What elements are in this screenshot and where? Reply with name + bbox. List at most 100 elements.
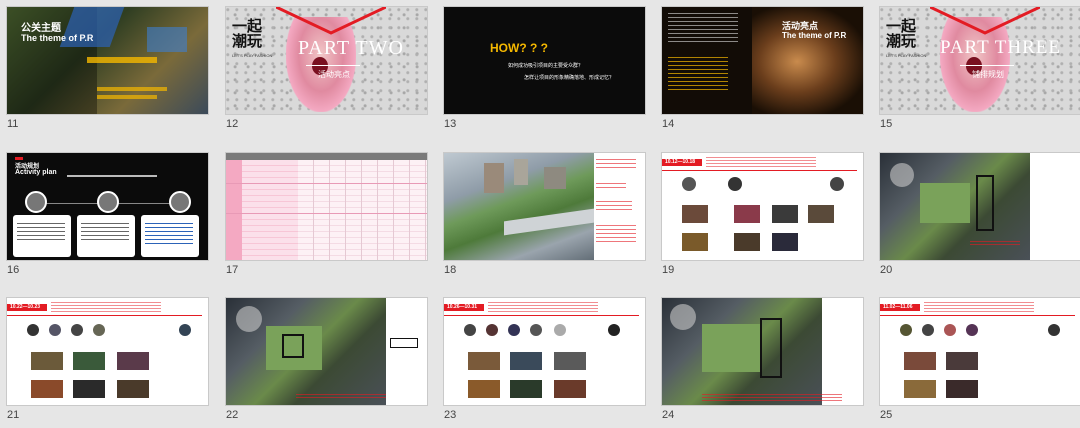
- label-lines: [596, 201, 632, 213]
- photo-thumb: [468, 352, 500, 370]
- photo-thumb: [904, 380, 936, 398]
- slide-15[interactable]: 一起潮玩 LET'S PLAY FASHION PART THREE 铺排规划 …: [873, 0, 1080, 137]
- highlight-box: [976, 175, 994, 231]
- stage-circle: [97, 191, 119, 213]
- avatar: [554, 324, 566, 336]
- photo-thumb: [772, 205, 798, 223]
- slide-13[interactable]: HOW? ? ? 如何成功吸引项目的主要受众群？ 怎样让项目的形象精确落地、形成…: [437, 0, 649, 137]
- slide-21-thumbnail[interactable]: 10.22—10.23: [6, 297, 209, 406]
- table-grid: [298, 160, 427, 260]
- slide-subtitle: The theme of P.R: [782, 31, 847, 40]
- slide-13-thumbnail[interactable]: HOW? ? ? 如何成功吸引项目的主要受众群？ 怎样让项目的形象精确落地、形成…: [443, 6, 646, 115]
- avatar: [530, 324, 542, 336]
- date-tag-label: 10.26—10.31: [447, 304, 478, 310]
- photo-thumb: [554, 352, 586, 370]
- slide-15-thumbnail[interactable]: 一起潮玩 LET'S PLAY FASHION PART THREE 铺排规划: [879, 6, 1080, 115]
- photo-thumb: [510, 380, 542, 398]
- slide-number: 15: [880, 118, 893, 130]
- slide-number: 11: [7, 118, 19, 130]
- photo-thumb: [682, 205, 708, 223]
- label-lines: [296, 394, 386, 400]
- logo-text: 一起潮玩: [232, 18, 263, 50]
- photo-thumb: [808, 205, 834, 223]
- slide-18-thumbnail[interactable]: [443, 152, 646, 261]
- slide-title: 公关主题: [21, 23, 61, 34]
- slide-sorter-grid: 公关主题 The theme of P.R 11 一起潮玩 LET'S PLAY…: [0, 0, 1080, 421]
- slide-number: 19: [662, 264, 675, 276]
- slide-25-thumbnail[interactable]: 11.02—11.06: [879, 297, 1080, 406]
- slide-subtitle: Activity plan: [15, 169, 57, 176]
- avatar: [1048, 324, 1060, 336]
- slide-25[interactable]: 11.02—11.06 25: [873, 291, 1080, 428]
- photo-thumb: [73, 380, 105, 398]
- part-title: PART TWO: [298, 37, 404, 59]
- slide-22-thumbnail[interactable]: [225, 297, 428, 406]
- red-chevron-icon: [930, 7, 1040, 35]
- slide-16[interactable]: 活动规划 Activity plan 16: [0, 146, 212, 283]
- avatar: [71, 324, 83, 336]
- slide-number: 21: [7, 409, 20, 421]
- slide-19[interactable]: 10.12—10.18 19: [655, 146, 867, 283]
- slide-19-thumbnail[interactable]: 10.12—10.18: [661, 152, 864, 261]
- slide-21[interactable]: 10.22—10.23 21: [0, 291, 212, 428]
- slide-22[interactable]: 22: [219, 291, 431, 428]
- slide-18[interactable]: 18: [437, 146, 649, 283]
- slide-14-thumbnail[interactable]: 活动亮点 The theme of P.R: [661, 6, 864, 115]
- slide-24-thumbnail[interactable]: [661, 297, 864, 406]
- slide-23[interactable]: 10.26—10.31 23: [437, 291, 649, 428]
- divider: [960, 65, 1014, 66]
- timeline-line: [880, 315, 1075, 316]
- photo-thumb: [468, 380, 500, 398]
- avatar: [49, 324, 61, 336]
- text-line: 如何成功吸引项目的主要受众群？: [508, 63, 584, 69]
- slide-16-thumbnail[interactable]: 活动规划 Activity plan: [6, 152, 209, 261]
- date-tag-label: 10.22—10.23: [10, 304, 41, 310]
- table-divider: [226, 213, 427, 214]
- label-lines: [970, 241, 1020, 247]
- slide-20[interactable]: 20: [873, 146, 1080, 283]
- building-shape: [514, 159, 528, 185]
- roundabout-shape: [670, 304, 696, 330]
- photo-thumb: [510, 352, 542, 370]
- slide-14[interactable]: 活动亮点 The theme of P.R 14: [655, 0, 867, 137]
- photo-thumb: [734, 205, 760, 223]
- avatar: [682, 177, 696, 191]
- table-divider: [226, 183, 427, 184]
- stage-circle: [169, 191, 191, 213]
- slide-12-thumbnail[interactable]: 一起潮玩 LET'S PLAY FASHION PART TWO 活动亮点: [225, 6, 428, 115]
- slide-23-thumbnail[interactable]: 10.26—10.31: [443, 297, 646, 406]
- text-lines: [706, 157, 816, 167]
- logo-subtext: LET'S PLAY FASHION: [232, 53, 273, 58]
- label-lines: [596, 183, 626, 189]
- avatar: [27, 324, 39, 336]
- slide-20-thumbnail[interactable]: [879, 152, 1080, 261]
- slide-11-thumbnail[interactable]: 公关主题 The theme of P.R: [6, 6, 209, 115]
- slide-number: 23: [444, 409, 457, 421]
- avatar: [93, 324, 105, 336]
- slide-subtitle: The theme of P.R: [21, 33, 94, 43]
- slide-24[interactable]: 24: [655, 291, 867, 428]
- avatar: [728, 177, 742, 191]
- table-row-header: [226, 160, 242, 260]
- slide-11[interactable]: 公关主题 The theme of P.R 11: [0, 0, 212, 137]
- text-lines: [924, 302, 1034, 312]
- avatar: [486, 324, 498, 336]
- building-shape: [484, 163, 504, 193]
- yellow-text-bar: [97, 95, 157, 99]
- avatar: [608, 324, 620, 336]
- text-lines: [17, 223, 65, 243]
- slide-17-thumbnail[interactable]: [225, 152, 428, 261]
- slide-12[interactable]: 一起潮玩 LET'S PLAY FASHION PART TWO 活动亮点 12: [219, 0, 431, 137]
- red-chevron-icon: [276, 7, 386, 35]
- avatar: [464, 324, 476, 336]
- slide-17[interactable]: 17: [219, 146, 431, 283]
- logo-text: 一起潮玩: [886, 18, 917, 50]
- photo-thumb: [117, 352, 149, 370]
- text-lines: [51, 302, 161, 312]
- photo-thumb: [734, 233, 760, 251]
- yellow-text-bar: [87, 57, 157, 63]
- slide-number: 12: [226, 118, 239, 130]
- slide-number: 13: [444, 118, 457, 130]
- slide-number: 25: [880, 409, 893, 421]
- callout-box: [390, 338, 418, 348]
